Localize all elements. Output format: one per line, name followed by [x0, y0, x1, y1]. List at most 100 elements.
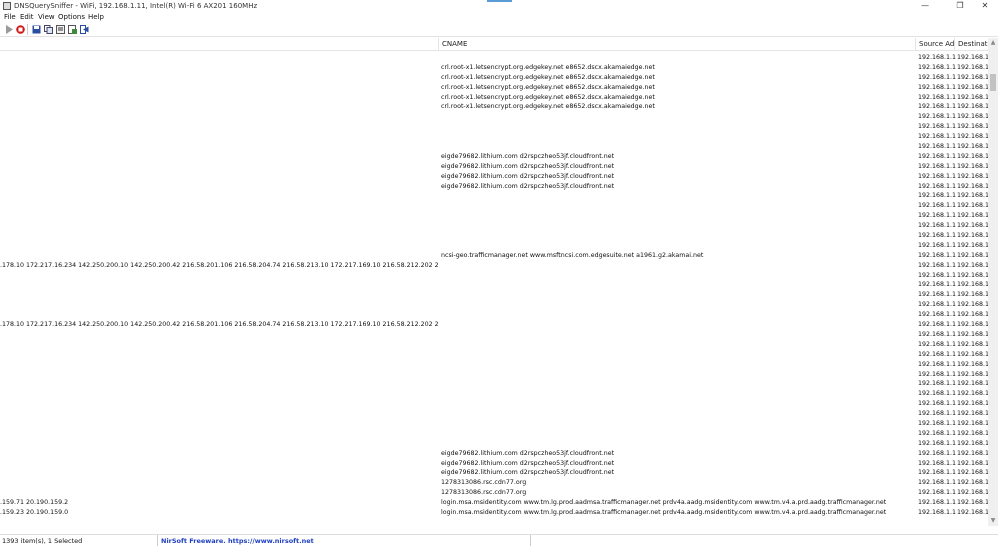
- cell-source-address: 192.168.1.11: [918, 499, 956, 507]
- cell-destination-address: 192.168.1.1: [957, 143, 988, 151]
- status-freeware-link[interactable]: NirSoft Freeware. https://www.nirsoft.ne…: [161, 537, 314, 545]
- table-row[interactable]: 192.168.1.11192.168.1.1: [0, 112, 988, 122]
- vertical-scrollbar[interactable]: ▲ ▼: [988, 38, 998, 526]
- table-row[interactable]: 1278313086.rsc.cdn77.org 192.168.1.11 192.…: [0, 478, 988, 488]
- cell-source-address: 192.168.1.11: [918, 350, 956, 358]
- table-row[interactable]: eigde79682.lithium.com d2rspczheo53jf.cl…: [0, 172, 988, 182]
- cell-source-address: 192.168.1.11: [918, 83, 956, 91]
- query-list-view[interactable]: CNAME Source Ad... Destinati... 192.168.…: [0, 38, 988, 526]
- scroll-up-icon[interactable]: ▲: [988, 38, 998, 48]
- table-row[interactable]: 192.168.1.11192.168.1.1: [0, 241, 988, 251]
- table-row[interactable]: 192.168.1.11192.168.1.1: [0, 300, 988, 310]
- table-row[interactable]: eigde79682.lithium.com d2rspczheo53jf.cl…: [0, 162, 988, 172]
- toolbar: [0, 22, 998, 37]
- table-row[interactable]: 192.168.1.11192.168.1.1: [0, 191, 988, 201]
- table-row[interactable]: 192.168.1.11192.168.1.1: [0, 122, 988, 132]
- menu-edit[interactable]: Edit: [20, 13, 34, 21]
- column-header-cname[interactable]: CNAME: [438, 38, 915, 51]
- table-row[interactable]: 1278313086.rsc.cdn77.org 192.168.1.11 192.…: [0, 488, 988, 498]
- table-row[interactable]: .178.10 172.217.16.234 142.250.200.10 14…: [0, 261, 988, 271]
- copy-icon[interactable]: [44, 25, 53, 34]
- cell-destination-address: 192.168.1.1: [957, 54, 988, 61]
- table-row[interactable]: 192.168.1.11192.168.1.1: [0, 280, 988, 290]
- table-row[interactable]: 192.168.1.11192.168.1.1: [0, 231, 988, 241]
- save-icon[interactable]: [32, 25, 41, 34]
- table-row[interactable]: 192.168.1.11192.168.1.1: [0, 201, 988, 211]
- table-row[interactable]: 192.168.1.11192.168.1.1: [0, 389, 988, 399]
- html-report-icon[interactable]: [68, 25, 77, 34]
- cell-source-address: 192.168.1.11: [918, 390, 956, 398]
- table-row[interactable]: crl.root-x1.letsencrypt.org.edgekey.net …: [0, 102, 988, 112]
- table-row[interactable]: crl.root-x1.letsencrypt.org.edgekey.net …: [0, 73, 988, 83]
- table-row[interactable]: 192.168.1.11192.168.1.1: [0, 330, 988, 340]
- status-item-count: 1393 item(s), 1 Selected: [2, 537, 83, 545]
- table-row[interactable]: 192.168.1.11192.168.1.1: [0, 221, 988, 231]
- table-row[interactable]: .178.10 172.217.16.234 142.250.200.10 14…: [0, 320, 988, 330]
- cell-destination-address: 192.168.1.1: [957, 222, 988, 230]
- table-row[interactable]: .159.71 20.190.159.2 login.msa.msidentity…: [0, 498, 988, 508]
- menu-file[interactable]: File: [4, 13, 16, 21]
- table-row[interactable]: 192.168.1.11192.168.1.1: [0, 271, 988, 281]
- table-row[interactable]: 192.168.1.11192.168.1.1: [0, 409, 988, 419]
- table-row[interactable]: crl.root-x1.letsencrypt.org.edgekey.net …: [0, 83, 988, 93]
- table-row[interactable]: crl.root-x1.letsencrypt.org.edgekey.net …: [0, 93, 988, 103]
- table-row[interactable]: eigde79682.lithium.com d2rspczheo53jf.cl…: [0, 152, 988, 162]
- play-icon[interactable]: [5, 25, 14, 34]
- exit-icon[interactable]: [80, 25, 89, 34]
- table-row[interactable]: 192.168.1.11192.168.1.1: [0, 370, 988, 380]
- table-row[interactable]: 192.168.1.11192.168.1.1: [0, 132, 988, 142]
- table-row[interactable]: 192.168.1.11192.168.1.1: [0, 419, 988, 429]
- table-row[interactable]: eigde79682.lithium.com d2rspczheo53jf.cl…: [0, 468, 988, 478]
- table-row[interactable]: 192.168.1.11192.168.1.1: [0, 439, 988, 449]
- cell-source-address: 192.168.1.11: [918, 301, 956, 309]
- table-row[interactable]: eigde79682.lithium.com d2rspczheo53jf.cl…: [0, 459, 988, 469]
- table-row[interactable]: 192.168.1.11192.168.1.1: [0, 290, 988, 300]
- dnsquerysniffer-window: DNSQuerySniffer - WiFi, 192.168.1.11, In…: [0, 0, 998, 546]
- cell-source-address: 192.168.1.11: [918, 212, 956, 220]
- menu-view[interactable]: View: [38, 13, 55, 21]
- table-row[interactable]: eigde79682.lithium.com d2rspczheo53jf.cl…: [0, 182, 988, 192]
- stop-icon[interactable]: [16, 25, 25, 34]
- cell-source-address: 192.168.1.11: [918, 152, 956, 160]
- properties-icon[interactable]: [56, 25, 65, 34]
- app-icon: [3, 2, 11, 10]
- column-header-destination-address[interactable]: Destinati...: [954, 38, 988, 51]
- table-row[interactable]: 192.168.1.11192.168.1.1: [0, 429, 988, 439]
- cell-destination-address: 192.168.1.1: [957, 133, 988, 141]
- cell-destination-address: 192.168.1.1: [957, 340, 988, 348]
- table-row[interactable]: 192.168.1.11192.168.1.1: [0, 340, 988, 350]
- cell-cname: eigde79682.lithium.com d2rspczheo53jf.cl…: [441, 152, 615, 160]
- column-header-source-address[interactable]: Source Ad...: [915, 38, 954, 51]
- table-row[interactable]: .159.23 20.190.159.0 login.msa.msidentity…: [0, 508, 988, 518]
- table-row[interactable]: eigde79682.lithium.com d2rspczheo53jf.cl…: [0, 449, 988, 459]
- table-row[interactable]: 192.168.1.11192.168.1.1: [0, 53, 988, 63]
- table-row[interactable]: 192.168.1.11192.168.1.1: [0, 360, 988, 370]
- menu-options[interactable]: Options: [58, 13, 85, 21]
- table-row[interactable]: crl.root-x1.letsencrypt.org.edgekey.net …: [0, 63, 988, 73]
- cell-source-address: 192.168.1.11: [918, 261, 956, 269]
- cell-source-address: 192.168.1.11: [918, 380, 956, 388]
- close-icon[interactable]: ✕: [970, 0, 998, 12]
- cell-source-address: 192.168.1.11: [918, 508, 956, 516]
- title-bar: DNSQuerySniffer - WiFi, 192.168.1.11, In…: [0, 0, 998, 12]
- table-row[interactable]: 192.168.1.11192.168.1.1: [0, 399, 988, 409]
- scroll-down-icon[interactable]: ▼: [988, 516, 998, 526]
- table-row[interactable]: 192.168.1.11192.168.1.1: [0, 350, 988, 360]
- cell-cname: ncsi-geo.trafficmanager.net www.msftncsi…: [441, 251, 704, 259]
- cell-destination-address: 192.168.1.1: [957, 113, 988, 121]
- table-row[interactable]: 192.168.1.11192.168.1.1: [0, 142, 988, 152]
- table-row[interactable]: 192.168.1.11192.168.1.1: [0, 310, 988, 320]
- minimize-icon[interactable]: —: [910, 0, 940, 12]
- table-row[interactable]: ncsi-geo.trafficmanager.net www.msftncsi…: [0, 251, 988, 261]
- cell-cname: 1278313086.rsc.cdn77.org: [441, 479, 527, 487]
- cell-destination-address: 192.168.1.1: [957, 251, 988, 259]
- table-row[interactable]: 192.168.1.11192.168.1.1: [0, 379, 988, 389]
- cell-destination-address: 192.168.1.1: [957, 508, 988, 516]
- cell-source-address: 192.168.1.11: [918, 340, 956, 348]
- cell-source-address: 192.168.1.11: [918, 162, 956, 170]
- window-title: DNSQuerySniffer - WiFi, 192.168.1.11, In…: [14, 2, 258, 10]
- cell-source-address: 192.168.1.11: [918, 143, 956, 151]
- table-row[interactable]: 192.168.1.11192.168.1.1: [0, 211, 988, 221]
- scroll-thumb[interactable]: [990, 74, 996, 91]
- menu-help[interactable]: Help: [88, 13, 104, 21]
